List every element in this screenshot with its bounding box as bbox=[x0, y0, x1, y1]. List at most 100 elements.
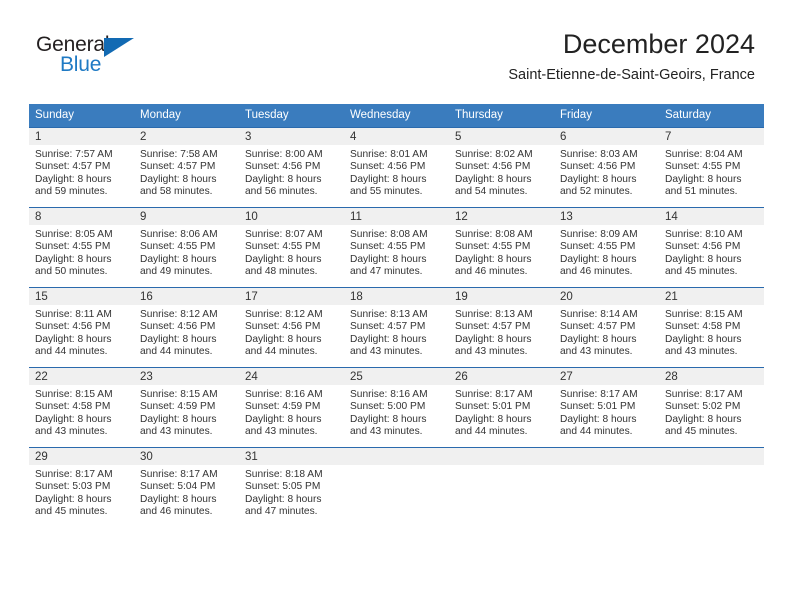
calendar-day-cell-empty bbox=[344, 447, 449, 527]
calendar-day-cell[interactable]: 27 Sunrise: 8:17 AM Sunset: 5:01 PM Dayligh… bbox=[554, 367, 659, 448]
calendar-week-row: 15 Sunrise: 8:11 AM Sunset: 4:56 PM Dayligh… bbox=[29, 287, 764, 368]
calendar-day-cell[interactable]: 22 Sunrise: 8:15 AM Sunset: 4:58 PM Dayligh… bbox=[29, 367, 134, 448]
day-number: 15 bbox=[29, 288, 134, 305]
sunrise-text: Sunrise: 8:16 AM bbox=[350, 389, 428, 400]
sunrise-text: Sunrise: 8:06 AM bbox=[140, 229, 218, 240]
sunrise-text: Sunrise: 7:57 AM bbox=[35, 149, 113, 160]
day-details: Sunrise: 8:08 AM Sunset: 4:55 PM Daylight:… bbox=[344, 225, 449, 279]
day-number: 25 bbox=[344, 368, 449, 385]
calendar-day-cell[interactable]: 8 Sunrise: 8:05 AM Sunset: 4:55 PM Daylight… bbox=[29, 207, 134, 288]
day-number: 31 bbox=[239, 448, 344, 465]
sunrise-text: Sunrise: 8:15 AM bbox=[665, 309, 743, 320]
daylight-text: and 43 minutes. bbox=[140, 426, 213, 438]
sunset-text: Sunset: 4:55 PM bbox=[560, 241, 636, 253]
day-details: Sunrise: 8:17 AM Sunset: 5:02 PM Daylight:… bbox=[659, 385, 764, 439]
calendar-day-cell[interactable]: 13 Sunrise: 8:09 AM Sunset: 4:55 PM Dayligh… bbox=[554, 207, 659, 288]
sunrise-text: Sunrise: 8:17 AM bbox=[455, 389, 533, 400]
sunrise-text: Sunrise: 8:18 AM bbox=[245, 469, 323, 480]
calendar-day-cell[interactable]: 24 Sunrise: 8:16 AM Sunset: 4:59 PM Dayligh… bbox=[239, 367, 344, 448]
daylight-text: and 47 minutes. bbox=[245, 506, 318, 518]
logo-triangle-icon bbox=[104, 38, 134, 57]
calendar-day-cell[interactable]: 23 Sunrise: 8:15 AM Sunset: 4:59 PM Dayligh… bbox=[134, 367, 239, 448]
calendar-day-cell[interactable]: 11 Sunrise: 8:08 AM Sunset: 4:55 PM Dayligh… bbox=[344, 207, 449, 288]
calendar-day-cell[interactable]: 12 Sunrise: 8:08 AM Sunset: 4:55 PM Dayligh… bbox=[449, 207, 554, 288]
daylight-text: and 45 minutes. bbox=[665, 266, 738, 278]
sunset-text: Sunset: 4:55 PM bbox=[455, 241, 531, 253]
sunset-text: Sunset: 4:56 PM bbox=[35, 321, 111, 333]
day-number: 14 bbox=[659, 208, 764, 225]
sunrise-text: Sunrise: 8:15 AM bbox=[35, 389, 113, 400]
day-details: Sunrise: 8:17 AM Sunset: 5:03 PM Daylight:… bbox=[29, 465, 134, 519]
calendar-day-cell[interactable]: 21 Sunrise: 8:15 AM Sunset: 4:58 PM Dayligh… bbox=[659, 287, 764, 368]
calendar-day-cell[interactable]: 14 Sunrise: 8:10 AM Sunset: 4:56 PM Dayligh… bbox=[659, 207, 764, 288]
calendar-day-cell[interactable]: 25 Sunrise: 8:16 AM Sunset: 5:00 PM Dayligh… bbox=[344, 367, 449, 448]
daylight-text: and 44 minutes. bbox=[455, 426, 528, 438]
day-details: Sunrise: 8:04 AM Sunset: 4:55 PM Daylight:… bbox=[659, 145, 764, 199]
daylight-text: and 43 minutes. bbox=[350, 346, 423, 358]
day-number: 28 bbox=[659, 368, 764, 385]
calendar-day-cell-empty bbox=[449, 447, 554, 527]
calendar-week-row: 1 Sunrise: 7:57 AM Sunset: 4:57 PM Daylight… bbox=[29, 127, 764, 208]
daylight-text: Daylight: 8 hours bbox=[560, 253, 637, 265]
weekday-header-monday: Monday bbox=[134, 104, 239, 128]
calendar-day-cell[interactable]: 29 Sunrise: 8:17 AM Sunset: 5:03 PM Dayligh… bbox=[29, 447, 134, 527]
day-number: 23 bbox=[134, 368, 239, 385]
weekday-header-saturday: Saturday bbox=[659, 104, 764, 128]
general-blue-logo[interactable]: General Blue bbox=[36, 33, 176, 83]
calendar-page: General Blue December 2024 Saint-Etienne… bbox=[0, 0, 792, 612]
calendar-day-cell[interactable]: 19 Sunrise: 8:13 AM Sunset: 4:57 PM Dayligh… bbox=[449, 287, 554, 368]
calendar-day-cell-empty bbox=[659, 447, 764, 527]
daylight-text: and 51 minutes. bbox=[665, 186, 738, 198]
sunset-text: Sunset: 4:58 PM bbox=[665, 321, 741, 333]
daylight-text: Daylight: 8 hours bbox=[245, 173, 322, 185]
sunset-text: Sunset: 5:01 PM bbox=[455, 401, 531, 413]
calendar-day-cell[interactable]: 1 Sunrise: 7:57 AM Sunset: 4:57 PM Daylight… bbox=[29, 127, 134, 208]
sunrise-text: Sunrise: 8:08 AM bbox=[350, 229, 428, 240]
day-number bbox=[449, 448, 554, 465]
day-details: Sunrise: 8:14 AM Sunset: 4:57 PM Daylight:… bbox=[554, 305, 659, 359]
daylight-text: and 52 minutes. bbox=[560, 186, 633, 198]
daylight-text: Daylight: 8 hours bbox=[560, 413, 637, 425]
daylight-text: and 58 minutes. bbox=[140, 186, 213, 198]
calendar-day-cell[interactable]: 28 Sunrise: 8:17 AM Sunset: 5:02 PM Dayligh… bbox=[659, 367, 764, 448]
calendar-day-cell[interactable]: 20 Sunrise: 8:14 AM Sunset: 4:57 PM Dayligh… bbox=[554, 287, 659, 368]
sunrise-text: Sunrise: 8:15 AM bbox=[140, 389, 218, 400]
daylight-text: and 45 minutes. bbox=[665, 426, 738, 438]
daylight-text: and 49 minutes. bbox=[140, 266, 213, 278]
day-details: Sunrise: 8:07 AM Sunset: 4:55 PM Daylight:… bbox=[239, 225, 344, 279]
calendar-day-cell[interactable]: 5 Sunrise: 8:02 AM Sunset: 4:56 PM Daylight… bbox=[449, 127, 554, 208]
day-number: 16 bbox=[134, 288, 239, 305]
daylight-text: Daylight: 8 hours bbox=[350, 253, 427, 265]
sunrise-text: Sunrise: 8:16 AM bbox=[245, 389, 323, 400]
daylight-text: Daylight: 8 hours bbox=[35, 333, 112, 345]
calendar-day-cell[interactable]: 2 Sunrise: 7:58 AM Sunset: 4:57 PM Daylight… bbox=[134, 127, 239, 208]
day-details: Sunrise: 8:00 AM Sunset: 4:56 PM Daylight:… bbox=[239, 145, 344, 199]
day-details: Sunrise: 8:06 AM Sunset: 4:55 PM Daylight:… bbox=[134, 225, 239, 279]
calendar-day-cell[interactable]: 31 Sunrise: 8:18 AM Sunset: 5:05 PM Dayligh… bbox=[239, 447, 344, 527]
calendar-day-cell[interactable]: 18 Sunrise: 8:13 AM Sunset: 4:57 PM Dayligh… bbox=[344, 287, 449, 368]
calendar-day-cell[interactable]: 16 Sunrise: 8:12 AM Sunset: 4:56 PM Dayligh… bbox=[134, 287, 239, 368]
calendar-day-cell[interactable]: 7 Sunrise: 8:04 AM Sunset: 4:55 PM Daylight… bbox=[659, 127, 764, 208]
calendar-day-cell[interactable]: 10 Sunrise: 8:07 AM Sunset: 4:55 PM Dayligh… bbox=[239, 207, 344, 288]
calendar-day-cell[interactable]: 15 Sunrise: 8:11 AM Sunset: 4:56 PM Dayligh… bbox=[29, 287, 134, 368]
daylight-text: and 47 minutes. bbox=[350, 266, 423, 278]
day-number: 20 bbox=[554, 288, 659, 305]
calendar-day-cell[interactable]: 6 Sunrise: 8:03 AM Sunset: 4:56 PM Daylight… bbox=[554, 127, 659, 208]
day-details: Sunrise: 7:58 AM Sunset: 4:57 PM Daylight:… bbox=[134, 145, 239, 199]
day-number: 22 bbox=[29, 368, 134, 385]
calendar-day-cell[interactable]: 17 Sunrise: 8:12 AM Sunset: 4:56 PM Dayligh… bbox=[239, 287, 344, 368]
day-number: 10 bbox=[239, 208, 344, 225]
daylight-text: Daylight: 8 hours bbox=[350, 413, 427, 425]
calendar-day-cell[interactable]: 30 Sunrise: 8:17 AM Sunset: 5:04 PM Dayligh… bbox=[134, 447, 239, 527]
day-details: Sunrise: 8:13 AM Sunset: 4:57 PM Daylight:… bbox=[449, 305, 554, 359]
day-details: Sunrise: 7:57 AM Sunset: 4:57 PM Daylight:… bbox=[29, 145, 134, 199]
calendar-day-cell[interactable]: 4 Sunrise: 8:01 AM Sunset: 4:56 PM Daylight… bbox=[344, 127, 449, 208]
calendar-day-cell[interactable]: 3 Sunrise: 8:00 AM Sunset: 4:56 PM Daylight… bbox=[239, 127, 344, 208]
calendar-day-cell[interactable]: 26 Sunrise: 8:17 AM Sunset: 5:01 PM Dayligh… bbox=[449, 367, 554, 448]
day-number bbox=[554, 448, 659, 465]
calendar-day-cell[interactable]: 9 Sunrise: 8:06 AM Sunset: 4:55 PM Daylight… bbox=[134, 207, 239, 288]
day-number: 26 bbox=[449, 368, 554, 385]
sunrise-text: Sunrise: 8:17 AM bbox=[665, 389, 743, 400]
sunset-text: Sunset: 4:55 PM bbox=[245, 241, 321, 253]
day-number bbox=[344, 448, 449, 465]
